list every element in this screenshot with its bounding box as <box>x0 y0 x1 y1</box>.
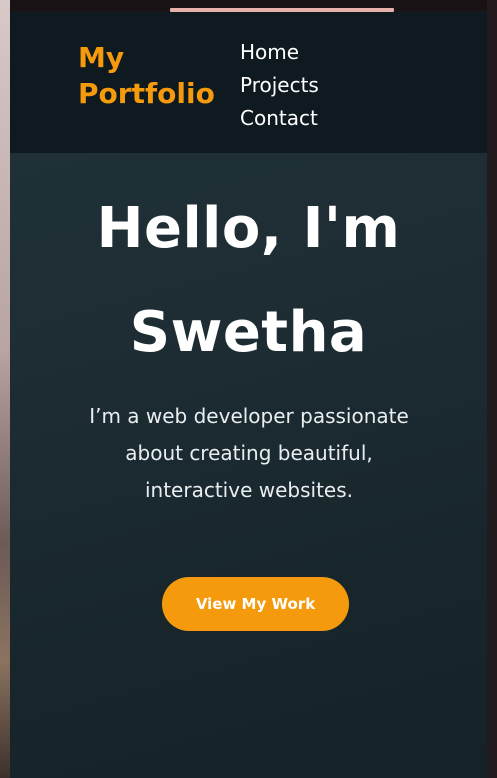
nav-links: Home Projects Contact <box>240 36 319 135</box>
hero-subtitle: I’m a web developer passionate about cre… <box>89 404 409 502</box>
view-my-work-button[interactable]: View My Work <box>162 577 349 631</box>
nav-link-contact[interactable]: Contact <box>240 102 319 135</box>
backdrop-left <box>0 0 10 778</box>
site-logo[interactable]: My Portfolio <box>78 40 228 112</box>
hero-title: Hello, I'm Swetha <box>96 196 401 365</box>
navbar: My Portfolio Home Projects Contact <box>10 12 487 153</box>
nav-link-projects[interactable]: Projects <box>240 69 319 102</box>
nav-link-home[interactable]: Home <box>240 36 319 69</box>
page-viewport: My Portfolio Home Projects Contact Hello… <box>10 12 487 778</box>
backdrop-right <box>487 0 497 778</box>
